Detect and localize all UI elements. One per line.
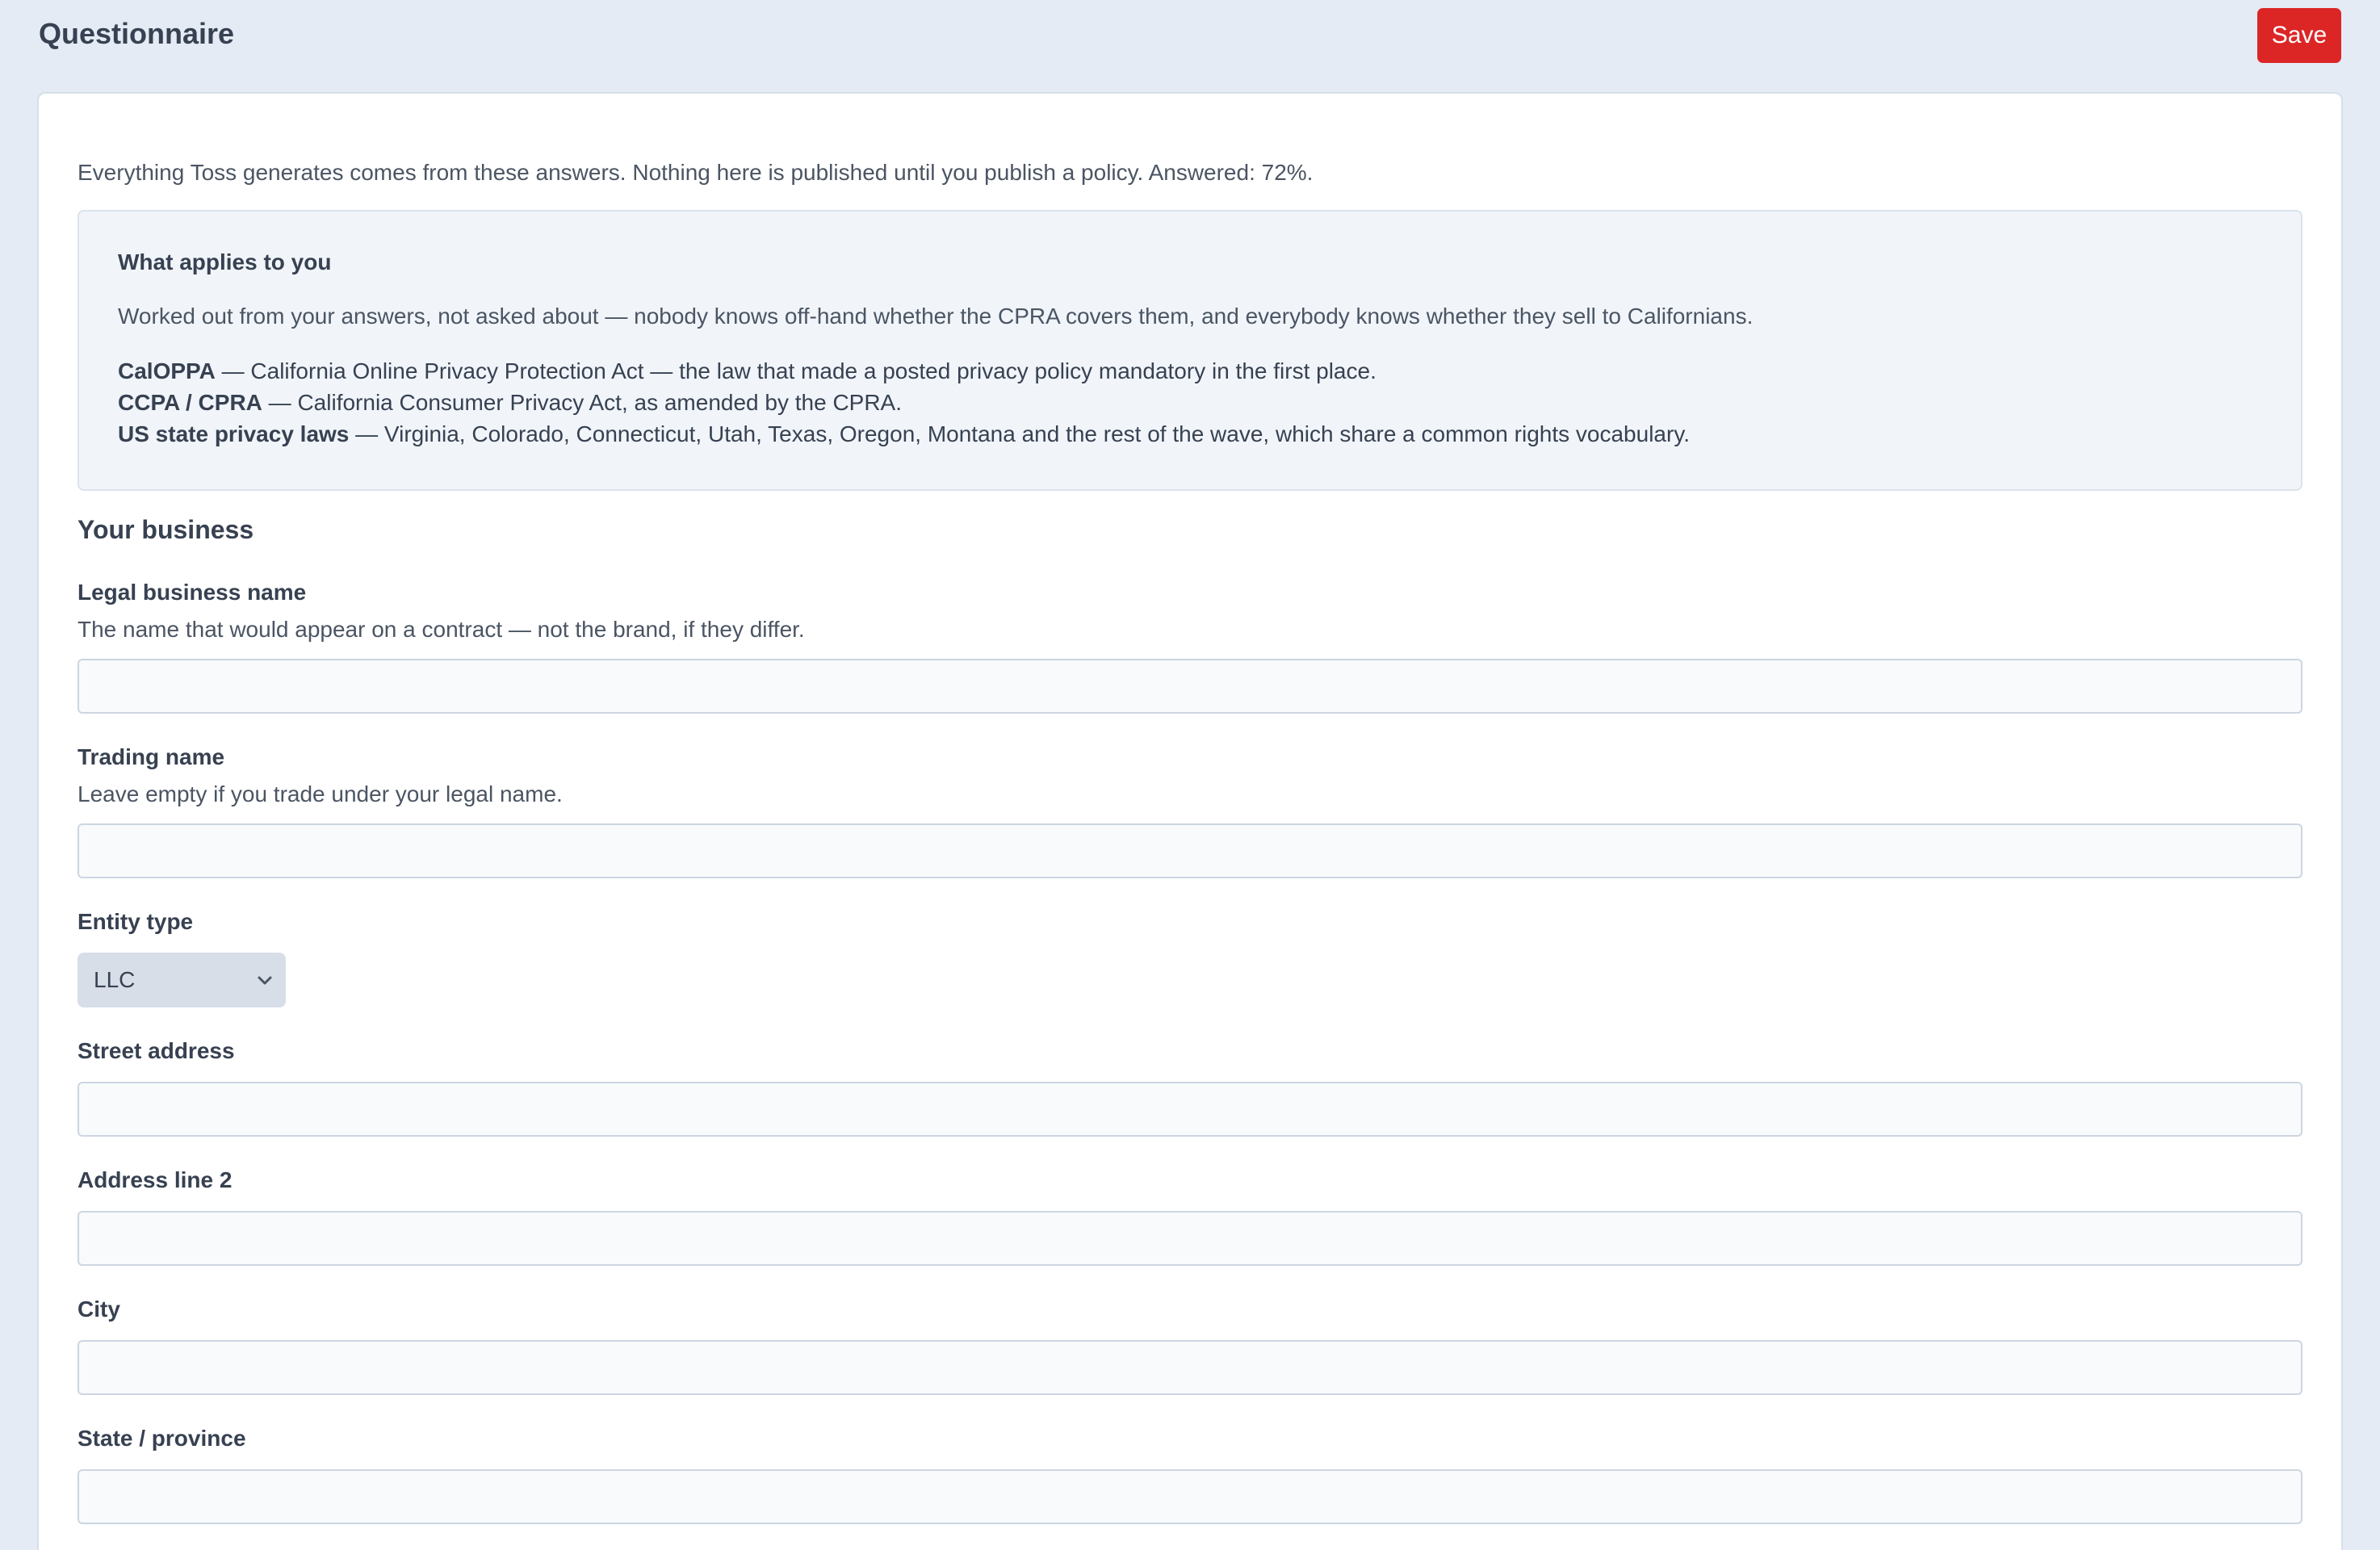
law-item-us-state: US state privacy laws — Virginia, Colora…	[118, 418, 1690, 450]
address-line-2-label: Address line 2	[78, 1167, 233, 1192]
entity-type-value: LLC	[94, 967, 136, 992]
legal-name-label: Legal business name	[78, 580, 307, 605]
save-button[interactable]: Save	[2257, 8, 2341, 63]
law-item-caloppa: CalOPPA — California Online Privacy Prot…	[118, 355, 1690, 387]
chevron-down-icon	[258, 976, 272, 985]
entity-type-label: Entity type	[78, 909, 194, 934]
trading-name-help: Leave empty if you trade under your lega…	[78, 781, 563, 806]
applies-info-box: What applies to you Worked out from your…	[78, 210, 2302, 491]
law-name: CCPA / CPRA	[118, 390, 262, 415]
address-line-2-input[interactable]	[78, 1211, 2302, 1266]
section-heading-your-business: Your business	[78, 515, 254, 544]
entity-type-select[interactable]: LLC	[78, 953, 286, 1008]
trading-name-input[interactable]	[78, 823, 2302, 878]
law-description: — Virginia, Colorado, Connecticut, Utah,…	[349, 421, 1691, 446]
law-description: — California Online Privacy Protection A…	[215, 358, 1376, 383]
state-province-input[interactable]	[78, 1469, 2302, 1524]
law-description: — California Consumer Privacy Act, as am…	[262, 390, 903, 415]
page-title: Questionnaire	[39, 17, 235, 50]
top-bar: Questionnaire Save	[0, 0, 2380, 81]
street-address-label: Street address	[78, 1038, 235, 1063]
trading-name-label: Trading name	[78, 744, 225, 769]
applies-title: What applies to you	[118, 249, 332, 274]
applies-description: Worked out from your answers, not asked …	[118, 304, 1754, 329]
city-label: City	[78, 1297, 120, 1322]
law-name: US state privacy laws	[118, 421, 350, 446]
questionnaire-card: Everything Toss generates comes from the…	[37, 92, 2343, 1550]
city-input[interactable]	[78, 1340, 2302, 1395]
intro-text: Everything Toss generates comes from the…	[78, 160, 1314, 185]
law-name: CalOPPA	[118, 358, 216, 383]
law-list: CalOPPA — California Online Privacy Prot…	[118, 355, 1690, 450]
legal-name-input[interactable]	[78, 659, 2302, 714]
legal-name-help: The name that would appear on a contract…	[78, 617, 805, 642]
law-item-ccpa: CCPA / CPRA — California Consumer Privac…	[118, 387, 1690, 418]
street-address-input[interactable]	[78, 1082, 2302, 1137]
state-province-label: State / province	[78, 1426, 246, 1451]
questionnaire-page: Questionnaire Save Everything Toss gener…	[0, 0, 2380, 1550]
